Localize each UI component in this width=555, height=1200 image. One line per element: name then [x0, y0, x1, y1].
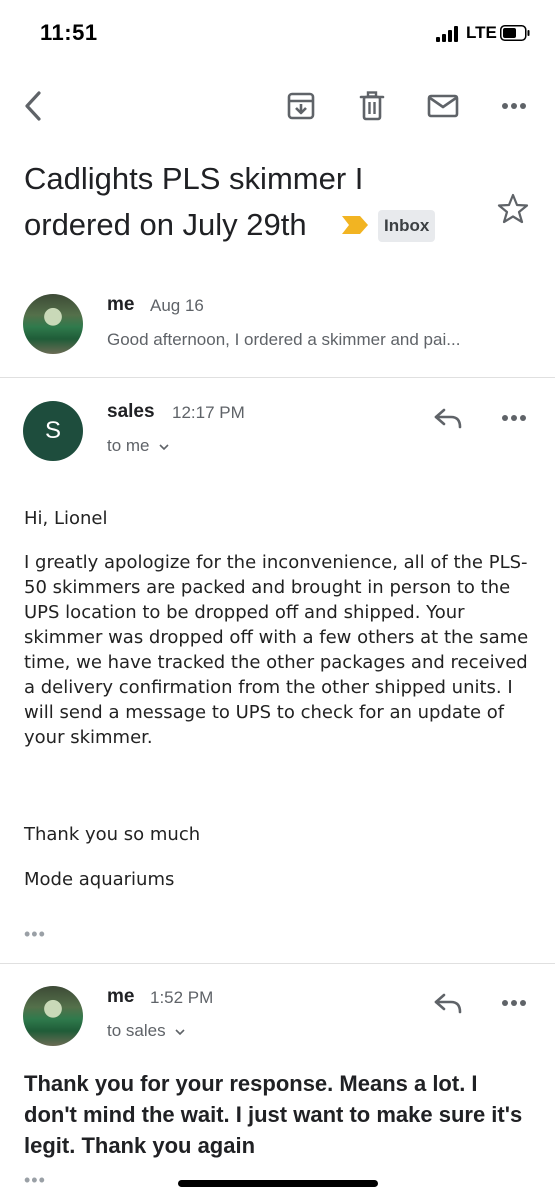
- back-arrow-icon: [25, 91, 41, 121]
- home-indicator[interactable]: [178, 1180, 378, 1187]
- thread-subject: Cadlights PLS skimmer I: [24, 161, 364, 196]
- trash-icon: [359, 91, 385, 121]
- message-greeting: Hi, Lionel: [24, 508, 108, 529]
- more-options-button[interactable]: [494, 86, 534, 126]
- archive-button[interactable]: [281, 86, 321, 126]
- reply-button[interactable]: [428, 983, 468, 1023]
- archive-icon: [287, 92, 315, 120]
- reply-button[interactable]: [428, 398, 468, 438]
- message-body: I greatly apologize for the inconvenienc…: [24, 552, 529, 748]
- message-more-button[interactable]: [494, 983, 534, 1023]
- battery-icon: [500, 25, 530, 41]
- message-date: Aug 16: [150, 296, 204, 315]
- message-sender: me: [107, 986, 135, 1007]
- back-button[interactable]: [14, 86, 54, 126]
- thread-subject-line2: ordered on July 29th: [24, 207, 307, 242]
- message-sender: sales: [107, 401, 155, 422]
- chevron-down-icon: [175, 1028, 185, 1035]
- message-divider: [0, 377, 555, 378]
- message-snippet[interactable]: Good afternoon, I ordered a skimmer and …: [107, 330, 460, 350]
- message-time: 1:52 PM: [150, 988, 214, 1007]
- signal-icon: [436, 26, 458, 42]
- sender-avatar[interactable]: S: [23, 401, 83, 461]
- more-icon: [502, 1000, 526, 1006]
- mail-icon: [427, 94, 459, 118]
- inbox-label-badge[interactable]: Inbox: [378, 210, 436, 242]
- avatar[interactable]: [23, 986, 83, 1046]
- mark-unread-button[interactable]: [423, 86, 463, 126]
- message-divider: [0, 963, 555, 964]
- delete-button[interactable]: [352, 86, 392, 126]
- importance-marker-icon[interactable]: [342, 214, 370, 236]
- status-time: 11:51: [40, 20, 98, 45]
- reply-icon: [434, 408, 462, 429]
- more-icon: [502, 415, 526, 421]
- star-icon[interactable]: [496, 192, 530, 226]
- message-time: 12:17 PM: [172, 403, 245, 422]
- message-signature: Mode aquariums: [24, 869, 175, 890]
- message-more-button[interactable]: [494, 398, 534, 438]
- recipients-label: to sales: [107, 1021, 166, 1040]
- avatar[interactable]: [23, 294, 83, 354]
- recipients-label: to me: [107, 436, 150, 455]
- message-body: Thank you for your response. Means a lot…: [24, 1071, 523, 1158]
- more-icon: [502, 103, 526, 109]
- message-thanks: Thank you so much: [24, 824, 201, 845]
- show-trimmed-content-button[interactable]: •••: [24, 924, 46, 945]
- chevron-down-icon: [159, 443, 169, 450]
- message-sender: me: [107, 294, 135, 315]
- recipients-toggle[interactable]: to me: [107, 436, 170, 456]
- reply-icon: [434, 993, 462, 1014]
- show-trimmed-content-button[interactable]: •••: [24, 1170, 46, 1191]
- network-label: LTE: [466, 23, 497, 42]
- recipients-toggle[interactable]: to sales: [107, 1021, 186, 1041]
